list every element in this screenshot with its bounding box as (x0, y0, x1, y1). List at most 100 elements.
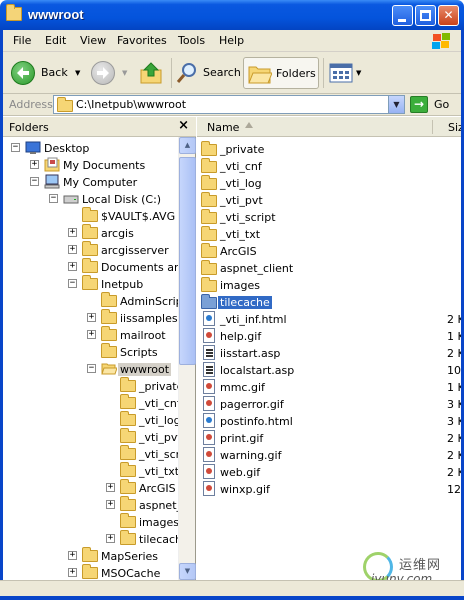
expand-icon[interactable]: + (68, 228, 77, 237)
file-row[interactable]: iisstart.asp 2 K (201, 345, 461, 362)
file-size: 1 K (447, 381, 461, 394)
file-row[interactable]: print.gif 2 K (201, 430, 461, 447)
file-row[interactable]: _vti_pvt (201, 192, 461, 209)
file-row[interactable]: tilecache (201, 294, 461, 311)
collapse-icon[interactable]: − (87, 364, 96, 373)
tree-item-label: mailroot (120, 329, 166, 342)
file-row[interactable]: localstart.asp 10 K (201, 362, 461, 379)
menu-tools[interactable]: Tools (178, 34, 205, 47)
folders-scrollbar[interactable]: ▲ ▼ (178, 137, 196, 580)
expand-icon[interactable]: + (87, 313, 96, 322)
forward-dropdown-icon[interactable]: ▼ (122, 69, 127, 77)
menu-edit[interactable]: Edit (45, 34, 66, 47)
file-row[interactable]: _private (201, 141, 461, 158)
folder-tree: − Desktop + My Documents − My Computer − Local … (3, 137, 178, 580)
file-name: warning.gif (220, 449, 282, 462)
file-size: 3 K (447, 398, 461, 411)
back-button[interactable]: Back ▼ (9, 57, 85, 89)
expand-icon[interactable]: + (30, 160, 39, 169)
folder-icon (82, 564, 98, 580)
file-row[interactable]: pagerror.gif 3 K (201, 396, 461, 413)
file-name: localstart.asp (220, 364, 295, 377)
file-name: _vti_inf.html (220, 313, 287, 326)
file-row[interactable]: _vti_inf.html 2 K (201, 311, 461, 328)
maximize-button[interactable] (415, 5, 436, 26)
folder-icon (101, 292, 117, 308)
file-row[interactable]: warning.gif 2 K (201, 447, 461, 464)
expand-icon[interactable]: + (87, 330, 96, 339)
file-row[interactable]: mmc.gif 1 K (201, 379, 461, 396)
views-dropdown-icon[interactable]: ▼ (356, 69, 361, 77)
tree-item-label: _vti_log (139, 414, 178, 427)
file-name: _vti_cnf (220, 160, 262, 173)
go-button[interactable]: → Go (410, 96, 458, 114)
close-pane-button[interactable]: × (178, 118, 189, 133)
folder-icon (201, 158, 217, 174)
file-row[interactable]: aspnet_client (201, 260, 461, 277)
gif-file-icon (201, 481, 217, 497)
gif-file-icon (201, 464, 217, 480)
menu-help[interactable]: Help (219, 34, 244, 47)
folder-icon (201, 243, 217, 259)
gif-file-icon (201, 447, 217, 463)
my-computer-icon (44, 174, 60, 189)
back-dropdown-icon[interactable]: ▼ (75, 69, 80, 77)
expand-icon[interactable]: + (68, 245, 77, 254)
views-button[interactable]: ▼ (327, 57, 365, 89)
minimize-button[interactable] (392, 5, 413, 26)
file-row[interactable]: help.gif 1 K (201, 328, 461, 345)
folder-open-icon (101, 361, 118, 376)
expand-icon[interactable]: + (106, 483, 115, 492)
file-name: tilecache (218, 296, 272, 309)
file-size: 2 K (447, 347, 461, 360)
address-input[interactable]: C:\Inetpub\wwwroot ▼ (53, 95, 405, 114)
forward-button[interactable]: ▼ (89, 57, 133, 89)
collapse-icon[interactable]: − (11, 143, 20, 152)
watermark-url: iyunv.com (371, 572, 433, 580)
expand-icon[interactable]: + (68, 568, 77, 577)
file-name: _vti_txt (220, 228, 261, 241)
gif-file-icon (201, 396, 217, 412)
file-name: aspnet_client (220, 262, 294, 275)
file-name: _vti_script (220, 211, 276, 224)
menu-view[interactable]: View (80, 34, 106, 47)
close-button[interactable]: ✕ (438, 5, 459, 26)
menu-favorites[interactable]: Favorites (117, 34, 167, 47)
up-folder-button[interactable] (139, 57, 167, 89)
expand-icon[interactable]: + (68, 262, 77, 271)
window-title: wwwroot (28, 7, 84, 22)
menu-file[interactable]: File (13, 34, 31, 47)
file-row[interactable]: _vti_txt (201, 226, 461, 243)
folders-button[interactable]: Folders (243, 57, 319, 89)
collapse-icon[interactable]: − (30, 177, 39, 186)
folders-icon (248, 66, 272, 84)
tree-item-label: AdminScripts (120, 295, 178, 308)
file-row[interactable]: _vti_cnf (201, 158, 461, 175)
search-button[interactable]: Search (175, 57, 241, 89)
expand-icon[interactable]: + (106, 500, 115, 509)
scroll-thumb[interactable] (179, 157, 196, 365)
file-row[interactable]: winxp.gif 12 K (201, 481, 461, 498)
scroll-down-button[interactable]: ▼ (179, 563, 196, 580)
file-row[interactable]: ArcGIS (201, 243, 461, 260)
tree-item-label: iissamples (120, 312, 178, 325)
size-column-header[interactable]: Siz (448, 121, 461, 134)
scroll-up-button[interactable]: ▲ (179, 137, 196, 154)
file-size: 10 K (447, 364, 461, 377)
file-row[interactable]: _vti_script (201, 209, 461, 226)
expand-icon[interactable]: + (68, 551, 77, 560)
search-icon (176, 63, 196, 83)
address-dropdown-button[interactable]: ▼ (388, 96, 404, 113)
folder-icon (120, 462, 136, 478)
file-row[interactable]: _vti_log (201, 175, 461, 192)
name-column-header[interactable]: Name (207, 121, 239, 134)
file-row[interactable]: web.gif 2 K (201, 464, 461, 481)
file-row[interactable]: postinfo.html 3 K (201, 413, 461, 430)
title-bar[interactable]: wwwroot ✕ (0, 0, 464, 30)
collapse-icon[interactable]: − (68, 279, 77, 288)
expand-icon[interactable]: + (106, 534, 115, 543)
file-name: pagerror.gif (220, 398, 284, 411)
collapse-icon[interactable]: − (49, 194, 58, 203)
file-name: ArcGIS (220, 245, 257, 258)
file-row[interactable]: images (201, 277, 461, 294)
